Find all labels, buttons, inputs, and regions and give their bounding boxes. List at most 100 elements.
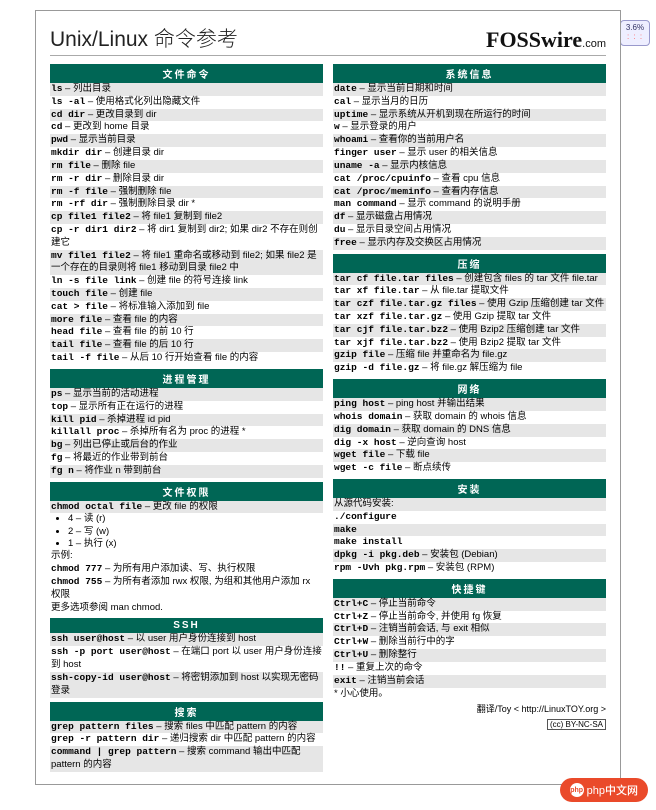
command-row: grep pattern files – 搜索 files 中匹配 patter…	[50, 721, 323, 734]
command-row: make	[333, 524, 606, 537]
command-row: cat /proc/cpuinfo – 查看 cpu 信息	[333, 173, 606, 186]
command-row: more file – 查看 file 的内容	[50, 314, 323, 327]
command-row: tar cf file.tar files – 创建包含 files 的 tar…	[333, 273, 606, 286]
brand-logo: FOSSwire.com	[486, 27, 606, 53]
command-row: w – 显示登录的用户	[333, 121, 606, 134]
command-row: fg – 将最近的作业带到前台	[50, 452, 323, 465]
command-row: command | grep pattern – 搜索 command 输出中匹…	[50, 746, 323, 772]
command-row: ./configure	[333, 511, 606, 524]
command-row: Ctrl+D – 注销当前会话, 与 exit 相似	[333, 623, 606, 636]
command-row: Ctrl+W – 删除当前行中的字	[333, 636, 606, 649]
right-column: 系统信息date – 显示当前日期和时间cal – 显示当月的日历uptime …	[333, 60, 606, 772]
command-row: tail file – 查看 file 的后 10 行	[50, 339, 323, 352]
zoom-badge: 3.6% : : :	[620, 20, 650, 46]
section-header: SSH	[50, 618, 323, 633]
command-row: rpm -Uvh pkg.rpm – 安装包 (RPM)	[333, 562, 606, 575]
command-row: 更多选项参阅 man chmod.	[50, 602, 323, 615]
command-row: tar xzf file.tar.gz – 使用 Gzip 提取 tar 文件	[333, 311, 606, 324]
command-row: uname -a – 显示内核信息	[333, 160, 606, 173]
command-row: grep -r pattern dir – 递归搜索 dir 中匹配 patte…	[50, 733, 323, 746]
command-row: dig domain – 获取 domain 的 DNS 信息	[333, 424, 606, 437]
command-row: cat > file – 将标准输入添加到 file	[50, 301, 323, 314]
command-row: dig -x host – 逆向查询 host	[333, 437, 606, 450]
section-header: 安装	[333, 479, 606, 498]
cc-license: (cc) BY-NC-SA	[333, 717, 606, 730]
brand-suffix: .com	[582, 38, 606, 50]
command-row: rm -f file – 强制删除 file	[50, 186, 323, 199]
section-header: 搜索	[50, 702, 323, 721]
command-row: exit – 注销当前会话	[333, 675, 606, 688]
command-row: man command – 显示 command 的说明手册	[333, 198, 606, 211]
brand-name: FOSSwire	[486, 27, 582, 52]
command-row: tar xjf file.tar.bz2 – 使用 Bzip2 提取 tar 文…	[333, 337, 606, 350]
command-row: gzip -d file.gz – 将 file.gz 解压缩为 file	[333, 362, 606, 375]
command-row: gzip file – 压缩 file 并重命名为 file.gz	[333, 349, 606, 362]
command-row: whoami – 查看你的当前用户名	[333, 134, 606, 147]
command-row: ln -s file link – 创建 file 的符号连接 link	[50, 275, 323, 288]
command-row: uptime – 显示系统从开机到现在所运行的时间	[333, 109, 606, 122]
command-row: ping host – ping host 并输出结果	[333, 398, 606, 411]
section-header: 系统信息	[333, 64, 606, 83]
command-row: free – 显示内存及交换区占用情况	[333, 237, 606, 250]
command-row: killall proc – 杀掉所有名为 proc 的进程 *	[50, 426, 323, 439]
command-row: tail -f file – 从后 10 行开始查看 file 的内容	[50, 352, 323, 365]
command-row: chmod 755 – 为所有者添加 rwx 权限, 为组和其他用户添加 rx …	[50, 576, 323, 602]
command-row: cp -r dir1 dir2 – 将 dir1 复制到 dir2; 如果 di…	[50, 224, 323, 250]
php-icon: php	[570, 783, 584, 797]
command-row: ls – 列出目录	[50, 83, 323, 96]
command-row: head file – 查看 file 的前 10 行	[50, 326, 323, 339]
section-header: 压缩	[333, 254, 606, 273]
section-header: 网络	[333, 379, 606, 398]
command-row: !! – 重复上次的命令	[333, 662, 606, 675]
command-row: Ctrl+U – 删除整行	[333, 649, 606, 662]
command-row: du – 显示目录空间占用情况	[333, 224, 606, 237]
command-row: tar czf file.tar.gz files – 使用 Gzip 压缩创建…	[333, 298, 606, 311]
command-row: cal – 显示当月的日历	[333, 96, 606, 109]
footnote: * 小心使用。	[333, 688, 606, 701]
page-title: Unix/Linux 命令参考	[50, 23, 238, 53]
command-row: touch file – 创建 file	[50, 288, 323, 301]
command-row: Ctrl+Z – 停止当前命令, 并使用 fg 恢复	[333, 611, 606, 624]
left-column: 文件命令ls – 列出目录ls -al – 使用格式化列出隐藏文件cd dir …	[50, 60, 323, 772]
command-row: cp file1 file2 – 将 file1 复制到 file2	[50, 211, 323, 224]
command-row: finger user – 显示 user 的相关信息	[333, 147, 606, 160]
permission-list: 4 – 读 (r)2 – 写 (w)1 – 执行 (x)	[50, 513, 323, 550]
command-row: cat /proc/meminfo – 查看内存信息	[333, 186, 606, 199]
command-row: ssh-copy-id user@host – 将密钥添加到 host 以实现无…	[50, 672, 323, 698]
command-row: fg n – 将作业 n 带到前台	[50, 465, 323, 478]
command-row: pwd – 显示当前目录	[50, 134, 323, 147]
watermark-text: php中文网	[587, 782, 638, 798]
command-row: wget file – 下载 file	[333, 449, 606, 462]
command-row: Ctrl+C – 停止当前命令	[333, 598, 606, 611]
command-row: dpkg -i pkg.deb – 安装包 (Debian)	[333, 549, 606, 562]
command-row: make install	[333, 536, 606, 549]
command-row: chmod octal file – 更改 file 的权限	[50, 501, 323, 514]
command-row: chmod 777 – 为所有用户添加读、写、执行权限	[50, 563, 323, 576]
section-header: 快捷键	[333, 579, 606, 598]
command-row: bg – 列出已停止或后台的作业	[50, 439, 323, 452]
columns: 文件命令ls – 列出目录ls -al – 使用格式化列出隐藏文件cd dir …	[50, 60, 606, 772]
command-row: ps – 显示当前的活动进程	[50, 388, 323, 401]
command-row: tar cjf file.tar.bz2 – 使用 Bzip2 压缩创建 tar…	[333, 324, 606, 337]
command-row: kill pid – 杀掉进程 id pid	[50, 414, 323, 427]
section-header: 进程管理	[50, 369, 323, 388]
command-row: cd – 更改到 home 目录	[50, 121, 323, 134]
command-row: whois domain – 获取 domain 的 whois 信息	[333, 411, 606, 424]
command-row: ssh -p port user@host – 在端口 port 以 user …	[50, 646, 323, 672]
command-row: rm file – 删除 file	[50, 160, 323, 173]
document-page: Unix/Linux 命令参考 FOSSwire.com 文件命令ls – 列出…	[35, 10, 621, 785]
command-row: 示例:	[50, 550, 323, 563]
zoom-dots: : : :	[621, 32, 649, 41]
command-row: rm -rf dir – 强制删除目录 dir *	[50, 198, 323, 211]
command-row: mkdir dir – 创建目录 dir	[50, 147, 323, 160]
command-row: mv file1 file2 – 将 file1 重命名或移动到 file2; …	[50, 250, 323, 276]
section-header: 文件权限	[50, 482, 323, 501]
watermark-badge: php php中文网	[560, 778, 648, 802]
command-row: date – 显示当前日期和时间	[333, 83, 606, 96]
command-row: df – 显示磁盘占用情况	[333, 211, 606, 224]
command-row: rm -r dir – 删除目录 dir	[50, 173, 323, 186]
command-row: cd dir – 更改目录到 dir	[50, 109, 323, 122]
header: Unix/Linux 命令参考 FOSSwire.com	[50, 23, 606, 56]
command-row: ls -al – 使用格式化列出隐藏文件	[50, 96, 323, 109]
section-header: 文件命令	[50, 64, 323, 83]
